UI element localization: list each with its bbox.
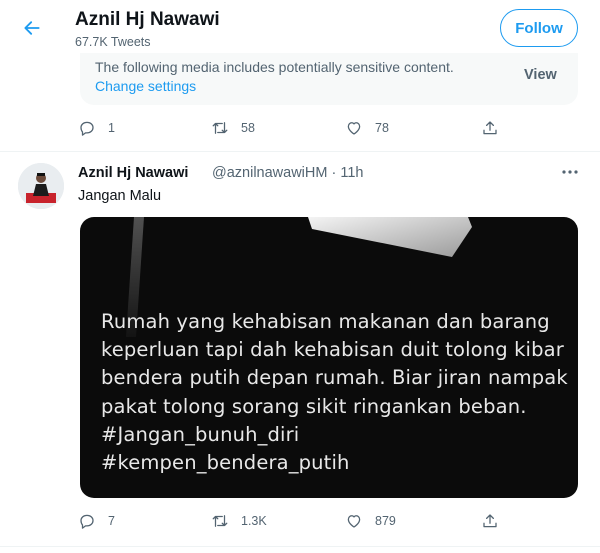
share-icon	[483, 514, 497, 528]
heart-icon	[347, 122, 361, 135]
tweet-author-name[interactable]: Aznil Hj Nawawi	[78, 165, 188, 181]
change-settings-link[interactable]: Change settings	[95, 78, 196, 94]
image-text-line: #kempen_bendera_putih	[101, 451, 350, 475]
retweet-icon	[212, 515, 228, 527]
share-icon	[483, 121, 497, 135]
retweet-button[interactable]: 58	[211, 119, 255, 137]
image-text-line: #Jangan_bunuh_diri	[101, 422, 300, 446]
like-button[interactable]: 879	[345, 512, 396, 530]
like-button[interactable]: 78	[345, 119, 389, 137]
like-count: 78	[375, 121, 389, 135]
reply-icon	[80, 121, 94, 136]
avatar[interactable]	[18, 163, 64, 209]
more-options-button[interactable]	[556, 160, 584, 184]
back-button[interactable]	[14, 10, 50, 46]
retweet-icon	[212, 122, 228, 134]
image-text-line: Rumah yang kehabisan makanan dan barang	[101, 310, 550, 333]
tweet-author-handle[interactable]: @aznilnawawiHM · 11h	[212, 165, 363, 181]
retweet-button[interactable]: 1.3K	[211, 512, 267, 530]
image-text-line: bendera putih depan rumah. Biar jiran na…	[101, 366, 568, 390]
profile-name: Aznil Hj Nawawi	[75, 9, 220, 30]
view-button[interactable]: View	[524, 67, 557, 83]
share-button[interactable]	[481, 512, 499, 530]
tweet-media-image[interactable]: Rumah yang kehabisan makanan dan barang …	[80, 217, 578, 498]
profile-header: Aznil Hj Nawawi 67.7K Tweets Follow	[0, 0, 600, 53]
like-count: 879	[375, 514, 396, 528]
tweet-divider	[0, 151, 600, 152]
tweet-count: 67.7K Tweets	[75, 35, 151, 49]
sensitive-media-card: The following media includes potentially…	[80, 53, 578, 105]
tweet-divider	[0, 546, 600, 547]
more-icon	[562, 170, 578, 174]
reply-button[interactable]: 7	[78, 512, 115, 530]
reply-count: 1	[108, 121, 115, 135]
reply-button[interactable]: 1	[78, 119, 115, 137]
reply-count: 7	[108, 514, 115, 528]
heart-icon	[347, 515, 361, 528]
tweet-actions: 1 58 78	[0, 119, 600, 141]
image-text-line: keperluan tapi dah kehabisan duit tolong…	[101, 338, 564, 362]
sensitive-warning-text: The following media includes potentially…	[95, 59, 454, 75]
image-text: Rumah yang kehabisan makanan dan barang …	[101, 308, 571, 477]
retweet-count: 58	[241, 121, 255, 135]
avatar-image	[18, 163, 64, 209]
tweet-text: Jangan Malu	[78, 188, 162, 204]
image-text-line: pakat tolong sorang sikit ringankan beba…	[101, 394, 527, 418]
follow-button[interactable]: Follow	[500, 9, 578, 47]
reply-icon	[80, 514, 94, 529]
arrow-left-icon	[24, 21, 40, 35]
share-button[interactable]	[481, 119, 499, 137]
retweet-count: 1.3K	[241, 514, 267, 528]
tweet-actions: 7 1.3K 879	[0, 512, 600, 534]
